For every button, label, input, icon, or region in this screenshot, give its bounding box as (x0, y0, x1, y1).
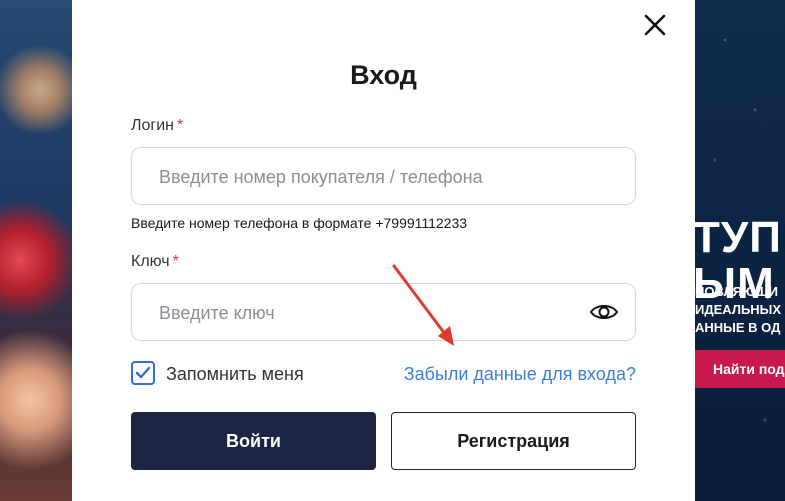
close-icon (644, 14, 666, 36)
remember-me-label[interactable]: Запомнить меня (166, 364, 304, 385)
password-label: Ключ * (131, 253, 179, 271)
background-image-left (0, 0, 72, 501)
modal-title: Вход (350, 60, 417, 90)
register-button[interactable]: Регистрация (391, 412, 636, 470)
eye-icon (589, 305, 619, 319)
promo-subtitle: НОВЛЯЮЩИ ИДЕАЛЬНЫХ АННЫЕ В ОД (695, 284, 782, 335)
forgot-credentials-link[interactable]: Забыли данные для входа? (404, 364, 636, 385)
login-label-text: Логин (131, 117, 175, 134)
promo-button-label: Найти под (713, 361, 785, 377)
password-label-text: Ключ (131, 253, 170, 270)
required-mark: * (177, 117, 184, 134)
show-password-toggle[interactable] (589, 300, 619, 324)
login-hint: Введите номер телефона в формате +799911… (131, 215, 468, 231)
check-icon (135, 366, 151, 379)
close-button[interactable] (642, 12, 668, 38)
remember-me-checkbox[interactable] (131, 361, 155, 385)
background-promo-right: ТУП ЫМ І НОВЛЯЮЩИ ИДЕАЛЬНЫХ АННЫЕ В ОД Н… (695, 0, 785, 501)
password-field (131, 283, 636, 342)
login-modal: Вход Логин* Введите номер телефона в фор… (72, 0, 695, 501)
login-field (131, 147, 636, 206)
login-label: Логин * (131, 117, 183, 135)
promo-button[interactable]: Найти под (695, 350, 785, 388)
login-input[interactable] (157, 148, 581, 206)
required-mark: * (172, 253, 179, 270)
login-button[interactable]: Войти (131, 412, 376, 470)
password-input[interactable] (157, 284, 581, 342)
